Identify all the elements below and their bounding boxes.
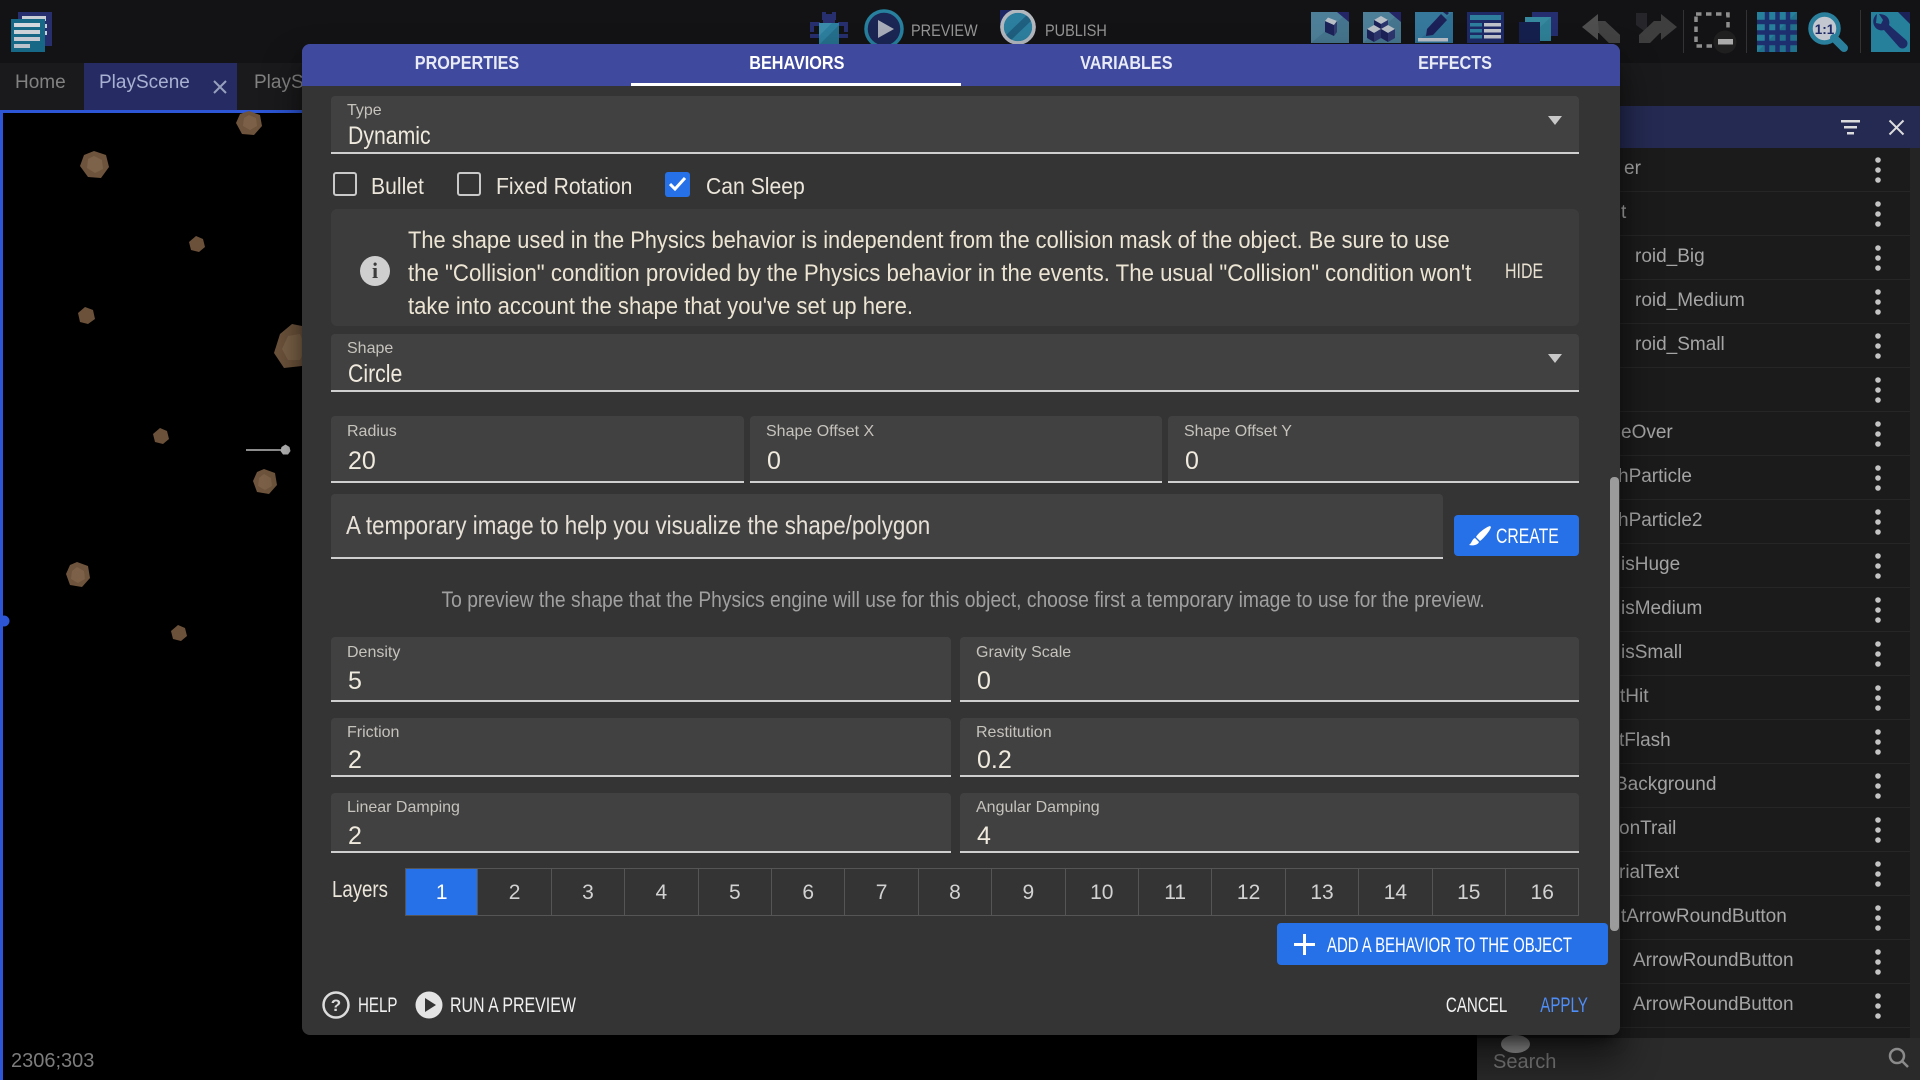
svg-text:1:1: 1:1 [1815, 22, 1835, 37]
svg-text:?: ? [331, 996, 341, 1015]
